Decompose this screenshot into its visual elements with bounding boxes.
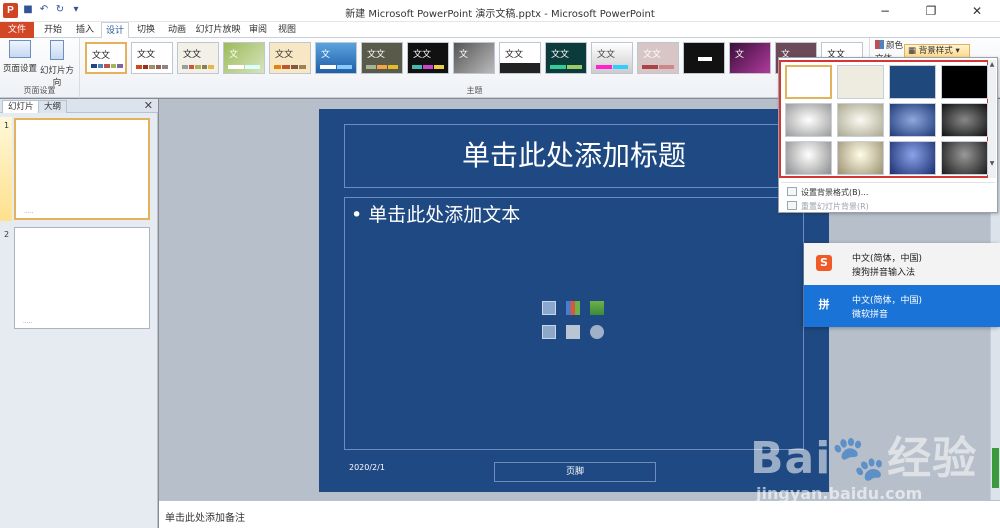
tab-transitions[interactable]: 切换: [131, 22, 161, 38]
group-themes: 文文 文文 文文 文 文文 文 文文 文文 文 文文 文文 文文 文文 文 文 …: [80, 38, 870, 98]
baidu-watermark: Bai🐾经验 jingyan.baidu.com: [750, 422, 990, 522]
theme-thumb[interactable]: 文文: [269, 42, 311, 74]
window-controls: − ❐ ✕: [862, 0, 1000, 22]
theme-thumb[interactable]: [683, 42, 725, 74]
scroll-up-icon[interactable]: ▲: [988, 60, 996, 69]
background-style-option[interactable]: [785, 141, 832, 175]
body-text: • 单击此处添加文本: [351, 204, 521, 226]
tab-design[interactable]: 设计: [101, 22, 129, 39]
baidu-logo: Bai🐾经验: [750, 433, 978, 484]
background-styles-gallery: [779, 60, 989, 178]
insert-smartart-icon[interactable]: [590, 301, 604, 315]
notes-placeholder: 单击此处添加备注: [165, 513, 245, 524]
group-label-themes: 主题: [466, 86, 483, 95]
insert-table-icon[interactable]: [542, 301, 556, 315]
insert-clipart-icon[interactable]: [566, 325, 580, 339]
slides-pane: 幻灯片 大纲 ✕ 1 ..... 2 .....: [0, 99, 158, 528]
background-style-option[interactable]: [889, 103, 936, 137]
background-style-option[interactable]: [941, 65, 988, 99]
group-page-setup: 页面设置 幻灯片方向 页面设置: [0, 38, 80, 98]
tab-slideshow[interactable]: 幻灯片放映: [194, 22, 242, 38]
tab-animations[interactable]: 动画: [162, 22, 192, 38]
page-setup-button[interactable]: 页面设置: [3, 40, 37, 74]
reset-background-icon: [787, 201, 797, 210]
background-style-option[interactable]: [837, 103, 884, 137]
format-background-icon: [787, 187, 797, 196]
zoom-indicator: [992, 448, 999, 488]
background-style-option[interactable]: [785, 103, 832, 137]
page-setup-icon: [9, 40, 31, 58]
window-title: 新建 Microsoft PowerPoint 演示文稿.pptx - Micr…: [345, 9, 655, 20]
slide-thumbnail[interactable]: .....: [14, 118, 150, 220]
slide-thumbnail[interactable]: .....: [14, 227, 150, 329]
theme-thumb[interactable]: 文: [729, 42, 771, 74]
reset-background-menu-item: 重置幻灯片背景(R): [787, 201, 869, 212]
tab-file[interactable]: 文件: [0, 22, 34, 38]
theme-thumb[interactable]: 文: [315, 42, 357, 74]
theme-thumb[interactable]: 文文: [545, 42, 587, 74]
theme-thumb[interactable]: 文文: [591, 42, 633, 74]
microsoft-pinyin-icon: 拼: [818, 298, 830, 311]
input-method-switcher: S 中文(简体，中国) 搜狗拼音输入法 拼 中文(简体，中国) 微软拼音: [804, 243, 1000, 327]
content-insert-icons: [542, 301, 608, 345]
minimize-button[interactable]: −: [862, 0, 908, 22]
background-style-option[interactable]: [941, 103, 988, 137]
footer-placeholder[interactable]: 页脚: [494, 462, 656, 482]
baidu-url: jingyan.baidu.com: [756, 484, 923, 503]
gallery-scrollbar[interactable]: ▲ ▼: [988, 60, 996, 178]
background-style-option[interactable]: [941, 141, 988, 175]
tab-outline[interactable]: 大纲: [38, 100, 68, 113]
slide-number: 1: [4, 121, 10, 130]
tab-home[interactable]: 开始: [38, 22, 68, 38]
sogou-icon: S: [816, 255, 832, 271]
selection-highlight: [0, 117, 12, 221]
date-placeholder[interactable]: 2020/2/1: [349, 463, 385, 472]
theme-thumb[interactable]: 文: [223, 42, 265, 74]
insert-media-icon[interactable]: [590, 325, 604, 339]
slides-pane-tabs: 幻灯片 大纲 ✕: [0, 99, 158, 113]
close-icon[interactable]: ✕: [144, 99, 153, 113]
group-label-page-setup: 页面设置: [23, 86, 56, 95]
ribbon-tabs: 文件 开始 插入 设计 切换 动画 幻灯片放映 审阅 视图: [0, 22, 1000, 39]
theme-thumb[interactable]: 文文: [361, 42, 403, 74]
insert-chart-icon[interactable]: [566, 301, 580, 315]
menu-divider: [781, 182, 995, 183]
title-bar: P ■ ↶ ↻ ▾ 新建 Microsoft PowerPoint 演示文稿.p…: [0, 0, 1000, 22]
background-styles-dropdown: ▲ ▼ 设置背景格式(B)... 重置幻灯片背景(R): [778, 57, 998, 213]
background-styles-icon: ▦: [908, 46, 919, 56]
background-style-option[interactable]: [837, 65, 884, 99]
theme-thumb[interactable]: 文: [453, 42, 495, 74]
ime-option-sogou[interactable]: S 中文(简体，中国) 搜狗拼音输入法: [804, 243, 1000, 285]
theme-thumb[interactable]: 文文: [407, 42, 449, 74]
restore-button[interactable]: ❐: [908, 0, 954, 22]
close-button[interactable]: ✕: [954, 0, 1000, 22]
chevron-down-icon: ▾: [952, 46, 960, 56]
title-placeholder[interactable]: 单击此处添加标题: [344, 124, 804, 188]
background-style-option[interactable]: [889, 65, 936, 99]
ime-option-microsoft-pinyin[interactable]: 拼 中文(简体，中国) 微软拼音: [804, 285, 1000, 327]
theme-thumb[interactable]: 文文: [85, 42, 127, 74]
background-style-option[interactable]: [785, 65, 832, 99]
slide-orientation-button[interactable]: 幻灯片方向: [36, 40, 78, 88]
format-background-menu-item[interactable]: 设置背景格式(B)...: [787, 187, 868, 198]
background-style-option[interactable]: [837, 141, 884, 175]
tab-view[interactable]: 视图: [273, 22, 301, 38]
theme-thumb[interactable]: 文文: [131, 42, 173, 74]
theme-thumb[interactable]: 文文: [637, 42, 679, 74]
colors-button[interactable]: 颜色: [875, 40, 903, 52]
slide-number: 2: [4, 230, 10, 239]
theme-thumb[interactable]: 文文: [177, 42, 219, 74]
tab-slides[interactable]: 幻灯片: [2, 100, 40, 113]
insert-picture-icon[interactable]: [542, 325, 556, 339]
colors-icon: [875, 40, 884, 49]
slide-orientation-icon: [50, 40, 64, 60]
background-style-option[interactable]: [889, 141, 936, 175]
tab-insert[interactable]: 插入: [70, 22, 100, 38]
theme-thumb[interactable]: 文文: [499, 42, 541, 74]
scroll-down-icon[interactable]: ▼: [988, 159, 996, 168]
content-placeholder[interactable]: • 单击此处添加文本: [344, 197, 804, 450]
tab-review[interactable]: 审阅: [244, 22, 272, 38]
background-styles-button[interactable]: ▦ 背景样式 ▾: [904, 44, 970, 58]
